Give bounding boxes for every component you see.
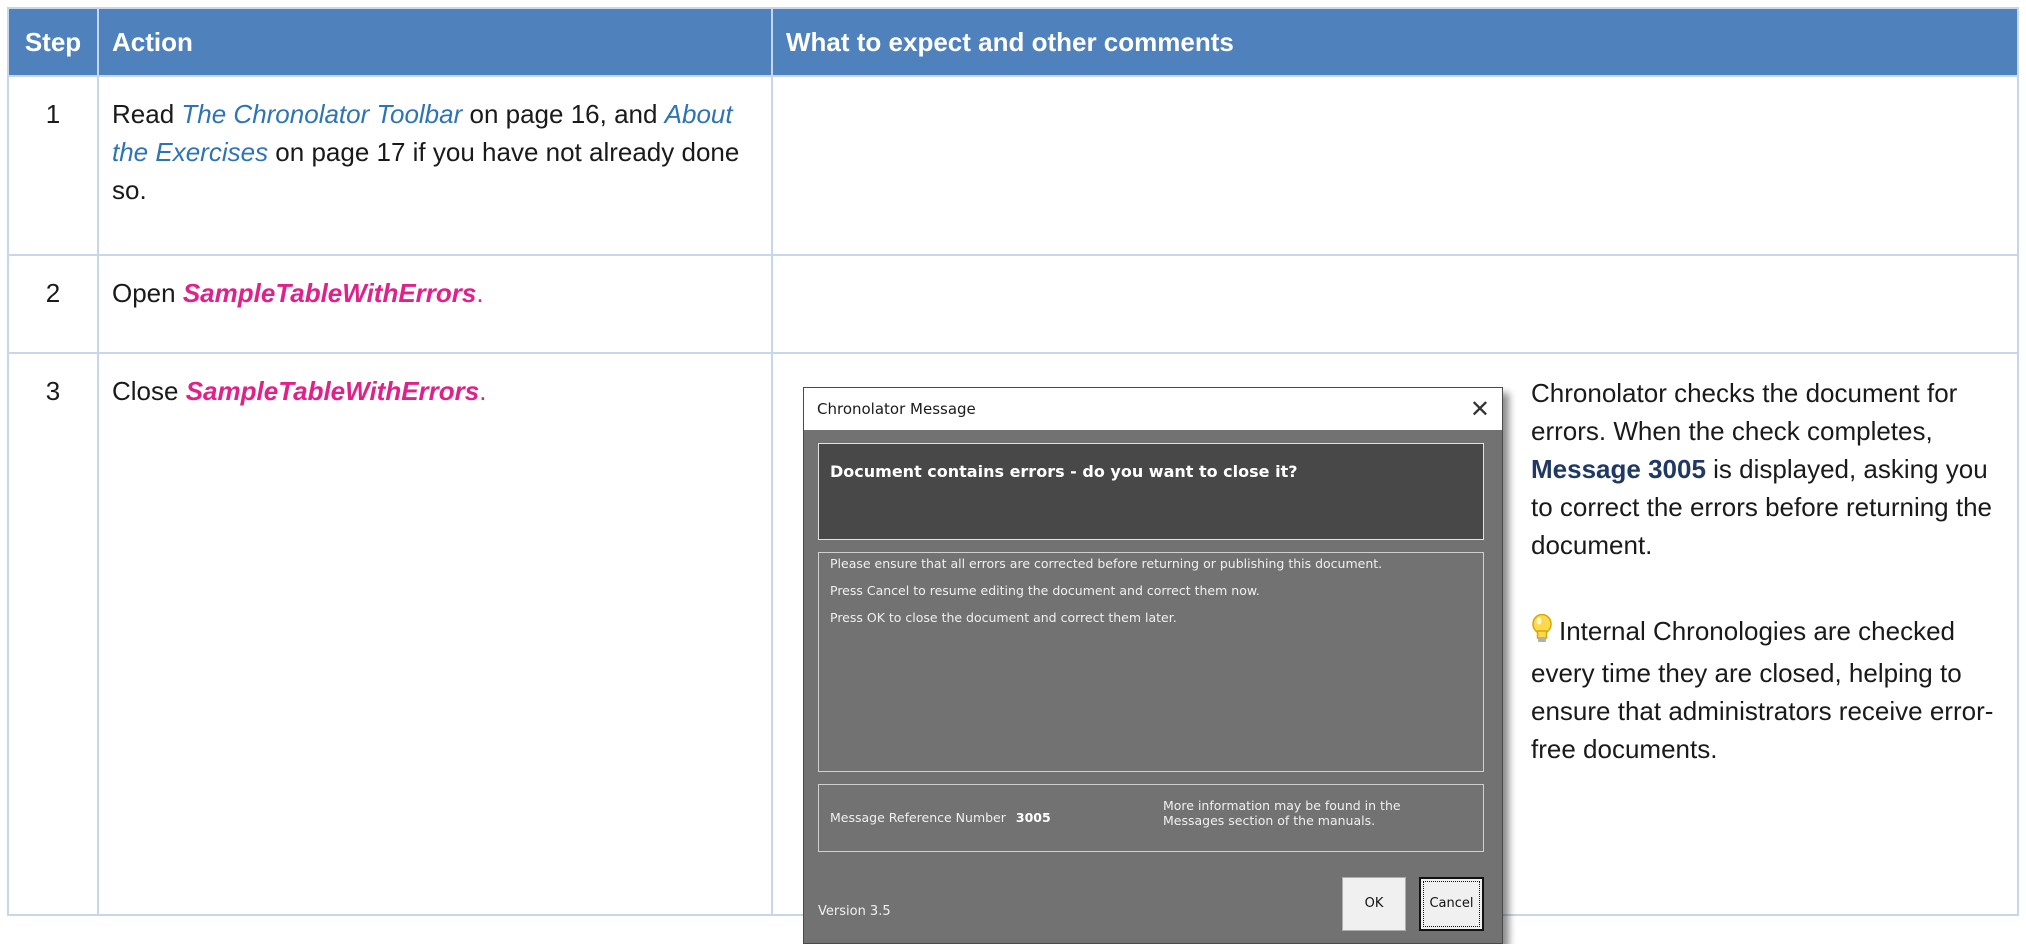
reference-label: Message Reference Number 3005: [830, 810, 1051, 825]
step-number: 1: [7, 75, 99, 256]
comment-cell: Chronolator Message ✕ Document contains …: [771, 352, 2019, 944]
header-comments: What to expect and other comments: [771, 7, 2019, 77]
comment-cell: [771, 254, 2019, 354]
action-text: Close: [112, 376, 186, 406]
cancel-button[interactable]: Cancel: [1419, 877, 1484, 931]
reference-number: 3005: [1015, 810, 1051, 825]
dialog-body-line: Press OK to close the document and corre…: [830, 610, 1177, 625]
ok-button[interactable]: OK: [1342, 877, 1406, 931]
close-icon[interactable]: ✕: [1470, 388, 1490, 430]
table-header-row: Step Action What to expect and other com…: [7, 7, 2019, 77]
dialog-body: Please ensure that all errors are correc…: [818, 552, 1484, 772]
file-name: SampleTableWithErrors: [185, 376, 480, 406]
action-cell: Read The Chronolator Toolbar on page 16,…: [97, 75, 773, 256]
action-text: Open: [112, 278, 183, 308]
action-cell: Close SampleTableWithErrors.: [97, 352, 773, 916]
table-row: 3 Close SampleTableWithErrors. Chronolat…: [7, 352, 2019, 944]
steps-table: Step Action What to expect and other com…: [7, 7, 2019, 944]
dialog-title: Chronolator Message: [817, 400, 976, 418]
dialog-reference: Message Reference Number 3005 More inform…: [818, 784, 1484, 852]
comment-cell: [771, 75, 2019, 256]
toolbar-link[interactable]: The Chronolator Toolbar: [181, 99, 462, 129]
lightbulb-icon: [1531, 613, 1553, 654]
comment-paragraph: Chronolator checks the document for erro…: [1531, 378, 1993, 560]
version-label: Version 3.5: [818, 904, 891, 919]
header-step: Step: [7, 7, 99, 77]
dialog-titlebar: Chronolator Message ✕: [804, 388, 1502, 430]
comment-text: Chronolator checks the document for erro…: [1531, 374, 2001, 768]
file-name: SampleTableWithErrors: [182, 278, 477, 308]
action-cell: Open SampleTableWithErrors.: [97, 254, 773, 354]
step-number: 2: [7, 254, 99, 354]
action-text: Read: [112, 99, 182, 129]
tip-paragraph: Internal Chronologies are checked every …: [1531, 613, 1994, 764]
message-dialog: Chronolator Message ✕ Document contains …: [803, 387, 1503, 944]
table-row: 1 Read The Chronolator Toolbar on page 1…: [7, 75, 2019, 256]
message-reference: Message 3005: [1531, 454, 1706, 484]
more-info-text: More information may be found in the Mes…: [1163, 798, 1401, 828]
dialog-body-line: Please ensure that all errors are correc…: [830, 556, 1383, 571]
file-period: .: [479, 376, 487, 406]
action-text: on page 16, and: [462, 99, 665, 129]
file-period: .: [476, 278, 484, 308]
step-number: 3: [7, 352, 99, 916]
dialog-body-line: Press Cancel to resume editing the docum…: [830, 583, 1260, 598]
dialog-heading: Document contains errors - do you want t…: [818, 443, 1484, 540]
header-action: Action: [97, 7, 773, 77]
table-row: 2 Open SampleTableWithErrors.: [7, 254, 2019, 354]
